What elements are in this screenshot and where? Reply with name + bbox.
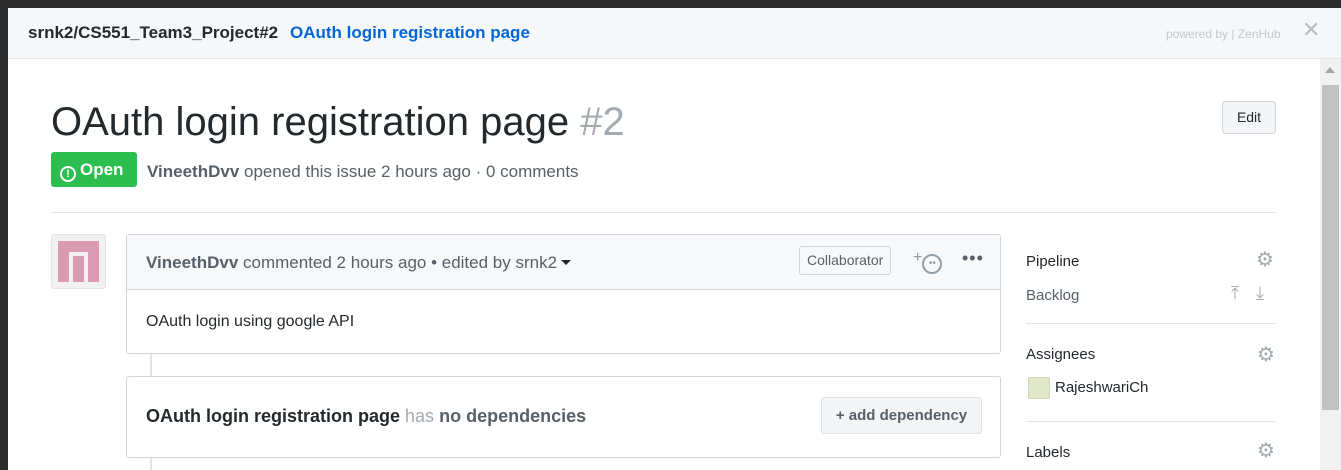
powered-by-zenhub[interactable]: powered by | ZenHub [1166, 27, 1281, 41]
comment-author-link[interactable]: VineethDvv [146, 253, 238, 272]
issue-meta: VineethDvv opened this issue 2 hours ago… [147, 162, 579, 182]
issue-open-icon: ! [60, 166, 76, 182]
labels-gear-icon[interactable]: ⚙ [1257, 441, 1275, 461]
issue-title-link[interactable]: OAuth login registration page [290, 23, 530, 43]
pipeline-label: Pipeline [1026, 253, 1080, 270]
status-label: Open [80, 160, 124, 179]
dependency-has: has [405, 406, 435, 426]
modal-header: srnk2/CS551_Team3_Project#2 OAuth login … [8, 8, 1341, 59]
smiley-icon: •• [922, 254, 943, 274]
close-icon[interactable]: ✕ [1302, 19, 1320, 41]
comment-meta-text: commented 2 hours ago • edited by srnk2 [243, 253, 558, 272]
add-dependency-button[interactable]: + add dependency [821, 397, 982, 434]
sidebar-divider [1026, 421, 1276, 422]
labels-label: Labels [1026, 444, 1071, 461]
pipeline-value: Backlog [1026, 287, 1080, 304]
sidebar-divider [1026, 323, 1276, 324]
avatar[interactable] [51, 234, 106, 289]
assignee-name[interactable]: RajeshwariCh [1055, 379, 1148, 396]
identicon-avatar [58, 241, 99, 282]
scrollbar[interactable] [1320, 59, 1341, 470]
dependency-issue-name: OAuth login registration page [146, 406, 401, 426]
comment-meta: VineethDvv commented 2 hours ago • edite… [146, 253, 572, 273]
issue-title-text: OAuth login registration page [51, 100, 570, 144]
assignees-gear-icon[interactable]: ⚙ [1257, 345, 1275, 365]
plus-icon: + [913, 249, 923, 266]
collaborator-badge: Collaborator [799, 246, 892, 275]
add-reaction-button[interactable]: + •• [913, 249, 943, 274]
chevron-down-icon[interactable] [561, 260, 572, 265]
header-divider [51, 212, 1276, 213]
comment-body: OAuth login using google API [146, 313, 355, 330]
dependency-status: no dependencies [439, 406, 587, 426]
move-to-top-icon[interactable]: ⤒ [1231, 284, 1239, 302]
edit-button[interactable]: Edit [1222, 101, 1276, 134]
dependencies-text: OAuth login registration page has no dep… [146, 406, 586, 427]
move-to-bottom-icon[interactable]: ⤓ [1256, 284, 1264, 302]
comment-box: VineethDvv commented 2 hours ago • edite… [126, 234, 1001, 354]
issue-author-link[interactable]: VineethDvv [147, 162, 239, 181]
assignees-label: Assignees [1026, 346, 1096, 363]
pipeline-gear-icon[interactable]: ⚙ [1256, 250, 1274, 270]
scrollbar-thumb[interactable] [1322, 85, 1339, 410]
scroll-up-arrow-icon[interactable] [1325, 67, 1335, 73]
comment-header: VineethDvv commented 2 hours ago • edite… [127, 235, 1000, 290]
status-badge: ! Open [51, 152, 137, 187]
more-options-icon[interactable]: ••• [962, 248, 984, 269]
assignee-avatar[interactable] [1028, 377, 1050, 399]
repo-breadcrumb[interactable]: srnk2/CS551_Team3_Project#2 [28, 23, 278, 43]
issue-number: #2 [580, 100, 625, 144]
issue-title: OAuth login registration page #2 [51, 100, 625, 145]
dependencies-box: OAuth login registration page has no dep… [126, 376, 1001, 458]
issue-meta-text: opened this issue 2 hours ago · 0 commen… [244, 162, 579, 181]
issue-modal: srnk2/CS551_Team3_Project#2 OAuth login … [8, 8, 1341, 470]
